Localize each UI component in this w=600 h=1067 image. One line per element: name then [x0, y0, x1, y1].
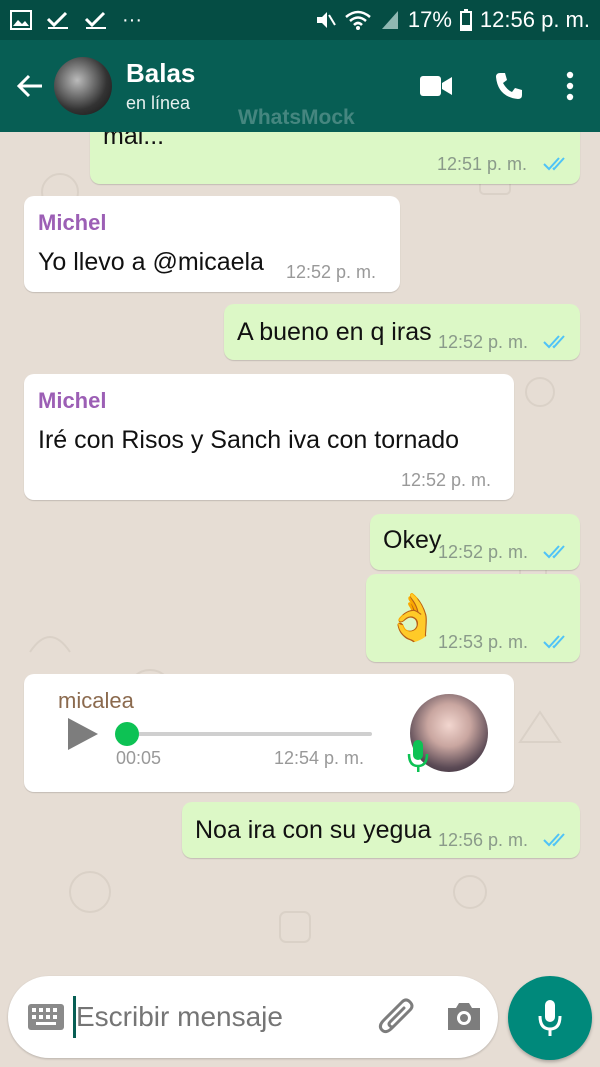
voice-progress-handle[interactable] [115, 722, 139, 746]
message-time: 12:52 p. m. [438, 332, 529, 352]
keyboard-icon[interactable] [28, 1004, 64, 1030]
signal-icon [381, 11, 398, 29]
voice-message[interactable]: micalea 00:05 12:54 p. m. [24, 674, 514, 792]
status-bar: ··· 17% 12:56 p. m. [0, 0, 600, 40]
voice-progress-track[interactable] [116, 732, 372, 736]
read-ticks-icon [543, 833, 565, 847]
battery-level: 17% [407, 7, 452, 32]
gallery-icon [10, 10, 32, 30]
message-bubble[interactable]: A bueno en q iras 12:52 p. m. [224, 304, 580, 360]
back-arrow-icon [16, 74, 42, 98]
video-call-icon[interactable] [420, 75, 452, 97]
mic-icon [407, 740, 429, 772]
menu-dots-icon[interactable] [566, 71, 574, 101]
message-time: 12:54 p. m. [274, 748, 365, 768]
read-ticks-icon [543, 335, 565, 349]
message-time: 12:52 p. m. [286, 262, 377, 282]
message-bubble[interactable]: Okey 12:52 p. m. [370, 514, 580, 570]
clock: 12:56 p. m. [479, 7, 590, 32]
message-text: A bueno en q iras [237, 318, 432, 346]
message-text: Iré con Risos y Sanch iva con tornado [38, 426, 460, 454]
message-text: mal... [103, 132, 165, 150]
message-time: 12:53 p. m. [438, 632, 529, 652]
message-bubble[interactable]: mal... 12:51 p. m. [90, 132, 580, 184]
attach-icon[interactable] [378, 998, 418, 1038]
check-icon [46, 11, 68, 29]
contact-name: Balas [126, 58, 196, 88]
contact-info[interactable]: Balas en línea [126, 58, 195, 114]
back-button[interactable] [8, 64, 52, 108]
message-input-bar [8, 976, 498, 1058]
phone-icon[interactable] [494, 71, 524, 101]
contact-avatar[interactable] [54, 57, 112, 115]
mic-icon [538, 1000, 562, 1036]
message-bubble[interactable]: Noa ira con su yegua 12:56 p. m. [182, 802, 580, 858]
read-ticks-icon [543, 635, 565, 649]
wifi-icon [345, 10, 371, 30]
play-icon[interactable] [66, 716, 100, 752]
message-text: Yo llevo a @micaela [38, 248, 264, 276]
chat-area[interactable]: mal... 12:51 p. m. Michel Yo llevo a @mi… [0, 132, 600, 1067]
message-input[interactable] [76, 994, 356, 1040]
mute-icon [316, 12, 336, 28]
message-bubble[interactable]: 👌 12:53 p. m. [366, 574, 580, 662]
sender-name: micalea [58, 688, 134, 713]
message-time: 12:52 p. m. [401, 470, 492, 490]
check-icon [84, 11, 106, 29]
voice-duration: 00:05 [116, 748, 162, 768]
watermark: WhatsMock [238, 106, 355, 129]
sender-name: Michel [38, 210, 107, 235]
battery-icon [459, 9, 472, 31]
voice-record-button[interactable] [508, 976, 592, 1060]
message-time: 12:52 p. m. [438, 542, 529, 562]
message-time: 12:51 p. m. [437, 154, 528, 174]
message-time: 12:56 p. m. [438, 830, 529, 850]
message-text: Noa ira con su yegua [195, 816, 432, 844]
message-bubble[interactable]: Michel Yo llevo a @micaela 12:52 p. m. [24, 196, 400, 292]
read-ticks-icon [543, 545, 565, 559]
contact-status: en línea [126, 93, 191, 113]
camera-icon[interactable] [446, 1000, 482, 1032]
sender-name: Michel [38, 388, 107, 413]
message-bubble[interactable]: Michel Iré con Risos y Sanch iva con tor… [24, 374, 514, 500]
message-text: Okey [383, 526, 442, 554]
emoji-ok-hand: 👌 [384, 591, 442, 643]
more-dots-icon: ··· [122, 9, 142, 31]
read-ticks-icon [543, 157, 565, 171]
